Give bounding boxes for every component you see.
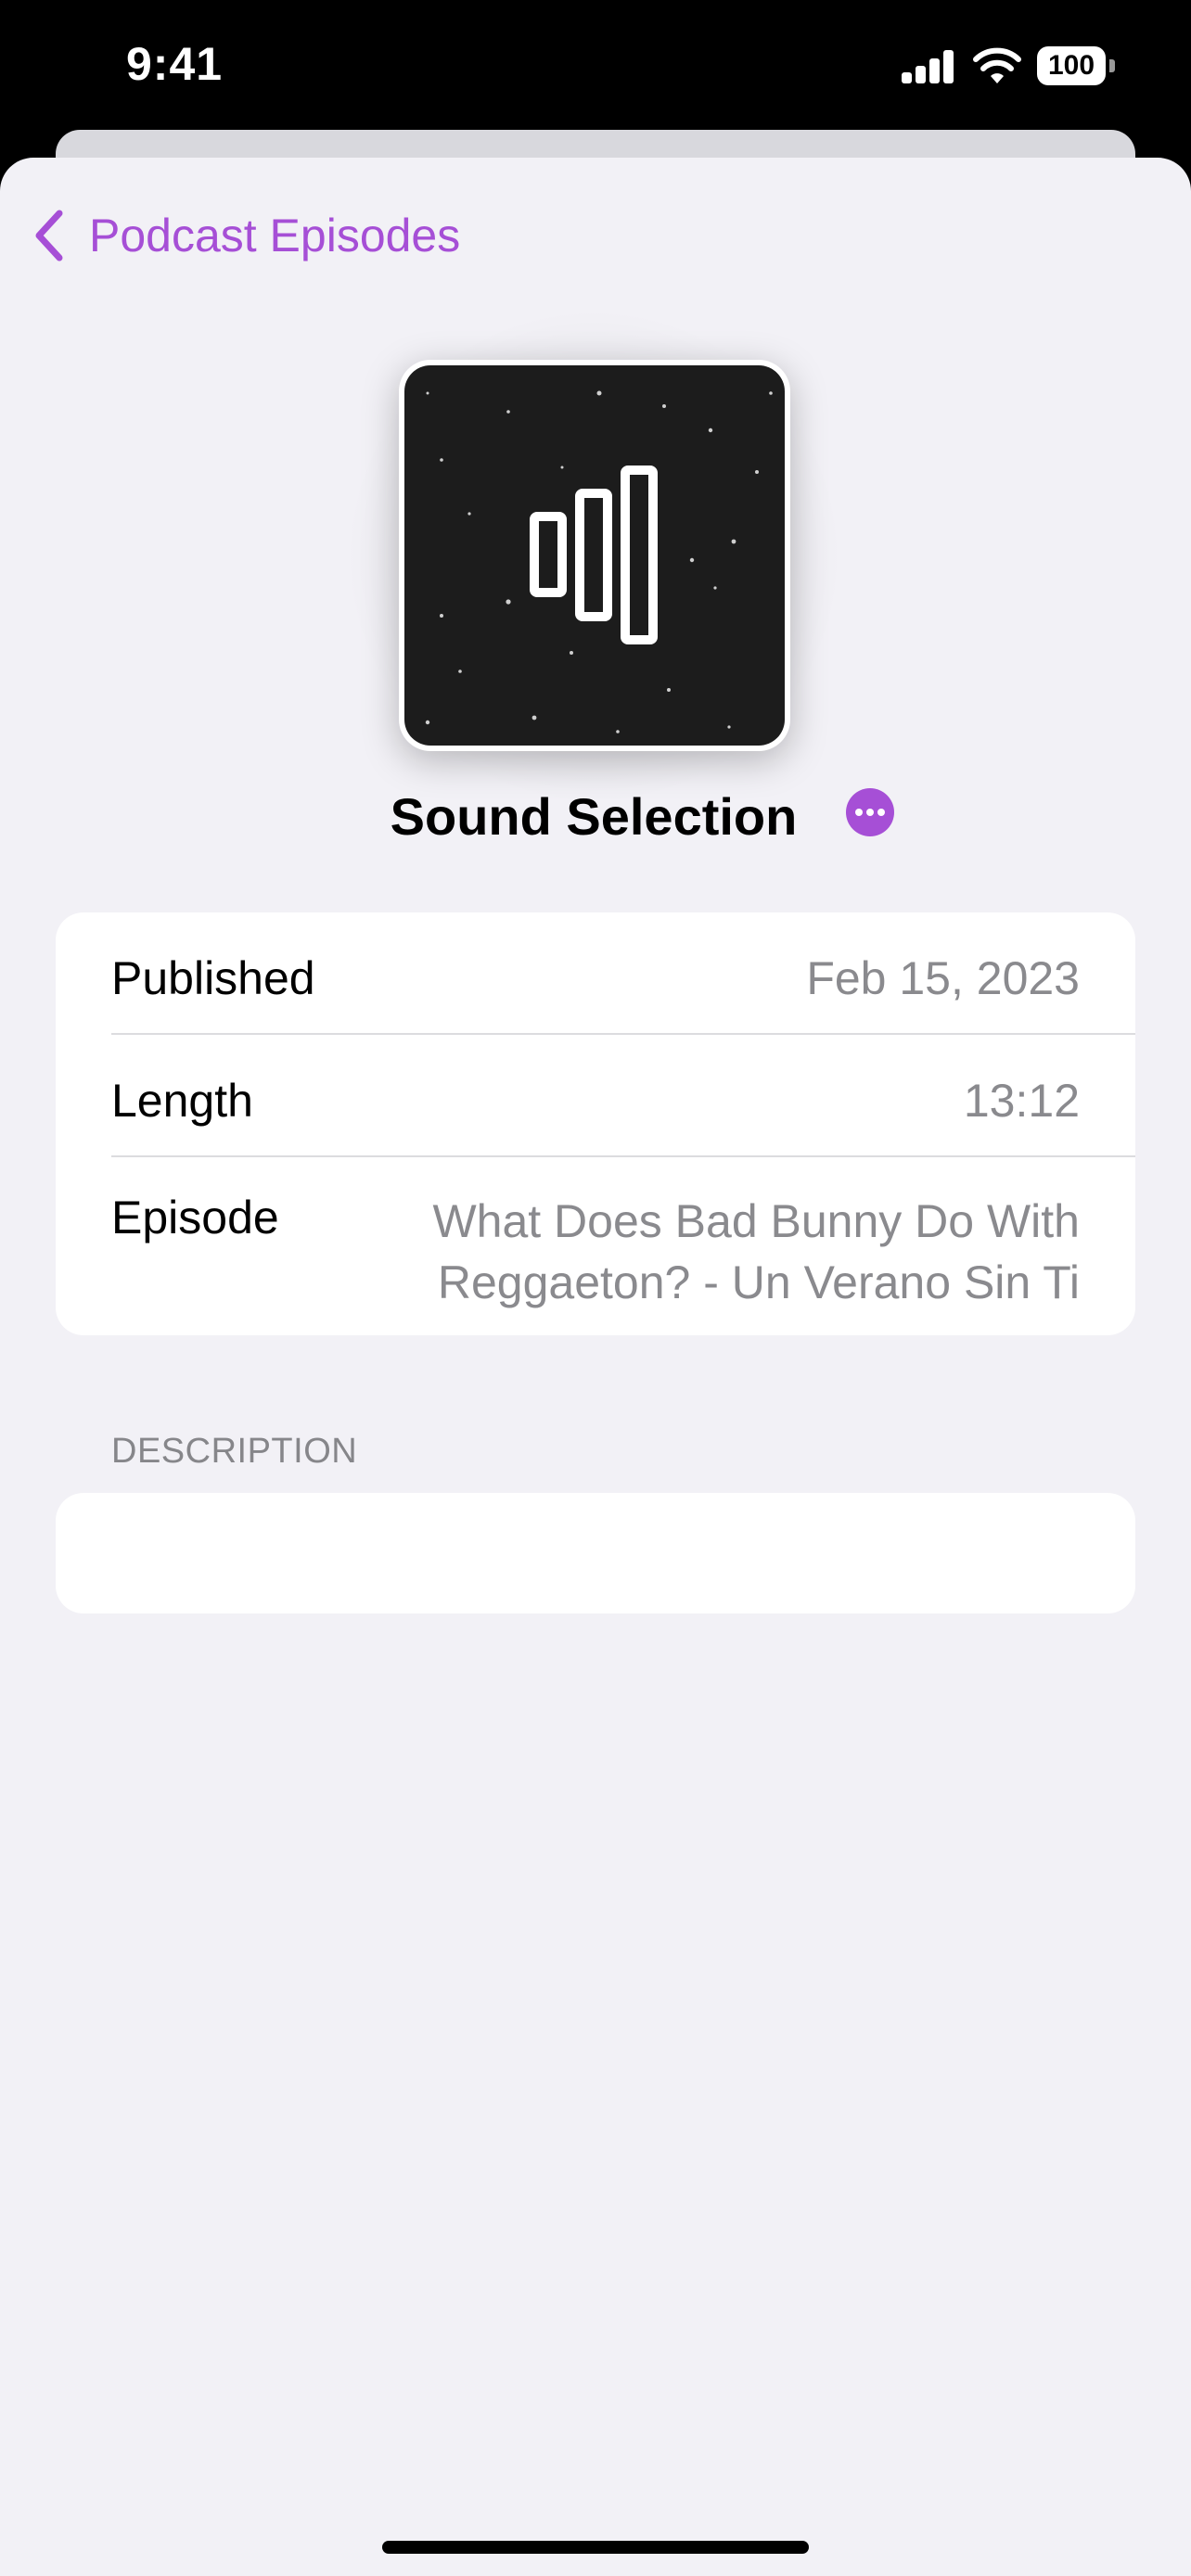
podcast-title: Sound Selection [390, 787, 798, 846]
episode-details-card: Published Feb 15, 2023 Length 13:12 Epis… [56, 912, 1135, 1335]
ellipsis-circle-icon[interactable] [846, 788, 894, 836]
length-label: Length [111, 1075, 253, 1127]
published-value: Feb 15, 2023 [806, 952, 1080, 1004]
podcast-title-row: Sound Selection [0, 777, 1191, 861]
battery-icon: 100 [1037, 46, 1115, 85]
published-row: Published Feb 15, 2023 [111, 951, 1135, 1007]
back-button-label: Podcast Episodes [89, 210, 461, 261]
status-time: 9:41 [126, 38, 224, 90]
episode-label: Episode [111, 1192, 279, 1243]
description-header: DESCRIPTION [111, 1432, 358, 1471]
sound-bars-logo [425, 390, 773, 733]
podcast-artwork [399, 360, 790, 751]
description-card [56, 1493, 1135, 1613]
home-indicator[interactable] [382, 2541, 809, 2554]
battery-level: 100 [1047, 50, 1095, 81]
wifi-icon [973, 47, 1021, 83]
length-row: Length 13:12 [111, 1074, 1135, 1129]
episode-row: Episode What Does Bad Bunny Do With Regg… [111, 1191, 1135, 1320]
back-button[interactable]: Podcast Episodes [32, 198, 460, 273]
length-value: 13:12 [963, 1075, 1080, 1127]
row-divider [111, 1155, 1135, 1157]
episode-value: What Does Bad Bunny Do With Reggaeton? -… [432, 1195, 1080, 1308]
cellular-signal-icon [902, 50, 955, 83]
row-divider [111, 1033, 1135, 1035]
status-bar: 9:41 100 [0, 0, 1191, 139]
chevron-left-icon [35, 210, 63, 261]
published-label: Published [111, 952, 315, 1004]
